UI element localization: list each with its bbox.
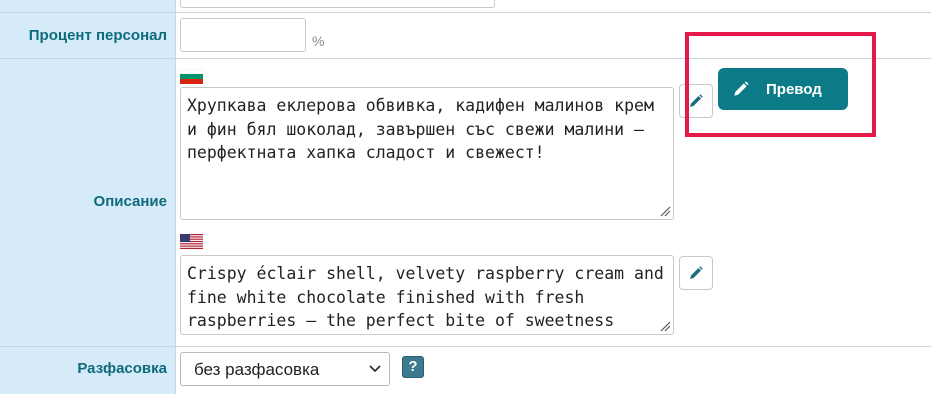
percent-staff-label: Процент персонал (28, 27, 167, 44)
row-divider (0, 346, 931, 347)
pencil-icon (690, 266, 703, 279)
us-flag-icon (180, 234, 203, 249)
resize-handle-icon[interactable] (659, 320, 671, 332)
percent-unit: % (312, 33, 325, 49)
edit-en-button[interactable] (679, 256, 713, 290)
column-divider (175, 0, 176, 394)
percent-staff-input[interactable] (180, 18, 306, 52)
previous-field-input[interactable] (180, 0, 495, 8)
help-icon[interactable]: ? (402, 356, 424, 378)
resize-handle-icon[interactable] (659, 205, 671, 217)
packaging-select[interactable]: без разфасовка (180, 352, 390, 386)
description-label: Описание (93, 193, 167, 210)
highlight-box (685, 32, 876, 137)
row-divider (0, 12, 931, 13)
packaging-selected-value: без разфасовка (194, 360, 320, 379)
description-bg-textarea[interactable]: Хрупкава еклерова обвивка, кадифен малин… (180, 87, 674, 220)
packaging-label: Разфасовка (77, 360, 167, 377)
bulgarian-flag-icon (180, 69, 203, 84)
chevron-down-icon (369, 365, 381, 373)
description-en-textarea[interactable]: Crispy éclair shell, velvety raspberry c… (180, 255, 674, 335)
